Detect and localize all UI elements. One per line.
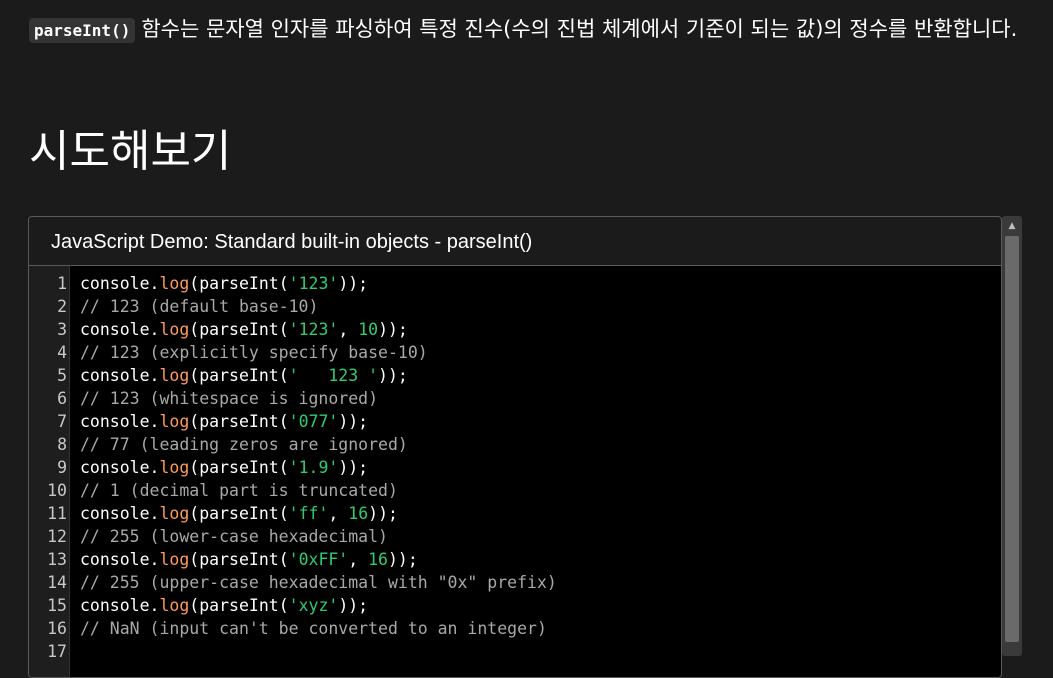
line-number: 14 — [47, 573, 67, 592]
code-text: // 123 (default base-10) — [80, 295, 318, 318]
code-text: // 77 (leading zeros are ignored) — [80, 433, 408, 456]
code-token: (parseInt( — [189, 320, 289, 339]
line-number: 17 — [47, 642, 67, 661]
code-text: console.log(parseInt(' 123 ')); — [80, 364, 408, 387]
line-number: 7 — [57, 412, 67, 431]
code-token: log — [159, 550, 190, 569]
code-text: console.log(parseInt('ff', 16)); — [80, 502, 398, 525]
code-token: // 1 (decimal part is truncated) — [80, 481, 398, 500]
demo-title: JavaScript Demo: Standard built-in objec… — [29, 217, 1001, 266]
code-token: console. — [80, 366, 160, 385]
line-number: 1 — [57, 274, 67, 293]
code-token: log — [159, 596, 190, 615]
code-token: )); — [338, 458, 369, 477]
code-token: console. — [80, 504, 160, 523]
code-text: console.log(parseInt('077')); — [80, 410, 368, 433]
code-token: (parseInt( — [189, 412, 289, 431]
code-token: 'ff' — [288, 504, 329, 523]
code-text: // NaN (input can't be converted to an i… — [80, 617, 547, 640]
interactive-demo: JavaScript Demo: Standard built-in objec… — [28, 216, 1002, 678]
code-token: console. — [80, 320, 160, 339]
code-token: log — [159, 412, 190, 431]
code-token: // NaN (input can't be converted to an i… — [80, 619, 547, 638]
line-number: 13 — [47, 550, 67, 569]
code-text: console.log(parseInt('xyz')); — [80, 594, 368, 617]
code-token: // 255 (upper-case hexadecimal with "0x"… — [80, 573, 557, 592]
code-token: )); — [378, 320, 408, 339]
line-number: 11 — [47, 504, 67, 523]
line-number: 4 — [57, 343, 67, 362]
code-token: '123' — [288, 274, 339, 293]
section-heading: 시도해보기 — [29, 126, 232, 177]
code-token: , — [338, 320, 359, 339]
scrollbar-thumb[interactable] — [1005, 236, 1019, 642]
code-token: (parseInt( — [189, 366, 289, 385]
intro-paragraph: parseInt() 함수는 문자열 인자를 파싱하여 특정 진수(수의 진법 체… — [29, 10, 1019, 50]
code-token: 'xyz' — [288, 596, 339, 615]
line-number: 2 — [57, 297, 67, 316]
code-token: log — [159, 320, 190, 339]
code-text: // 255 (upper-case hexadecimal with "0x"… — [80, 571, 557, 594]
code-token: 16 — [348, 504, 369, 523]
code-token: 16 — [368, 550, 388, 569]
code-token: )); — [378, 366, 408, 385]
code-text: console.log(parseInt('0xFF', 16)); — [80, 548, 418, 571]
code-token: // 123 (explicitly specify base-10) — [80, 343, 428, 362]
code-token: log — [159, 366, 190, 385]
line-number: 5 — [57, 366, 67, 385]
code-token: )); — [368, 504, 398, 523]
scrollbar[interactable]: ▲ — [1002, 216, 1022, 656]
code-token: (parseInt( — [189, 458, 289, 477]
code-token: // 255 (lower-case hexadecimal) — [80, 527, 388, 546]
line-number: 3 — [57, 320, 67, 339]
code-token: console. — [80, 596, 160, 615]
code-token: // 123 (default base-10) — [80, 297, 319, 316]
code-editor[interactable]: 1 console.log(parseInt('123')); 2// 123 (d… — [29, 266, 1001, 677]
code-token: )); — [338, 596, 369, 615]
code-token: log — [159, 458, 190, 477]
line-number: 9 — [57, 458, 67, 477]
code-text: // 255 (lower-case hexadecimal) — [80, 525, 388, 548]
code-token: console. — [80, 412, 160, 431]
triangle-up-icon[interactable]: ▲ — [1002, 216, 1022, 236]
code-token: (parseInt( — [189, 504, 289, 523]
line-number: 16 — [47, 619, 67, 638]
code-token: '077' — [288, 412, 339, 431]
code-token: console. — [80, 458, 160, 477]
code-text: // 1 (decimal part is truncated) — [80, 479, 398, 502]
code-token: // 77 (leading zeros are ignored) — [80, 435, 408, 454]
line-number: 12 — [47, 527, 67, 546]
code-token: (parseInt( — [189, 596, 289, 615]
code-token: log — [159, 274, 190, 293]
code-token: '0xFF' — [288, 550, 349, 569]
inline-code-parseint: parseInt() — [29, 18, 136, 43]
code-token: 10 — [358, 320, 379, 339]
code-token: log — [159, 504, 190, 523]
code-text: console.log(parseInt('123', 10)); — [80, 318, 408, 341]
code-token: (parseInt( — [189, 274, 289, 293]
code-token: )); — [338, 274, 369, 293]
code-token: , — [348, 550, 369, 569]
intro-text: 함수는 문자열 인자를 파싱하여 특정 진수(수의 진법 체계에서 기준이 되는… — [141, 17, 1018, 41]
line-number: 8 — [57, 435, 67, 454]
code-token: '123' — [288, 320, 339, 339]
line-number: 15 — [47, 596, 67, 615]
code-token: // 123 (whitespace is ignored) — [80, 389, 379, 408]
code-token: )); — [338, 412, 369, 431]
code-text: console.log(parseInt('123')); — [80, 272, 368, 295]
code-token: (parseInt( — [189, 550, 289, 569]
code-text: // 123 (explicitly specify base-10) — [80, 341, 428, 364]
code-token: console. — [80, 274, 160, 293]
code-token: , — [328, 504, 349, 523]
code-text: console.log(parseInt('1.9')); — [80, 456, 368, 479]
code-token: )); — [388, 550, 418, 569]
line-number: 10 — [47, 481, 67, 500]
code-token: console. — [80, 550, 160, 569]
code-token: ' 123 ' — [288, 366, 379, 385]
code-token: '1.9' — [288, 458, 339, 477]
line-number: 6 — [57, 389, 67, 408]
code-text: // 123 (whitespace is ignored) — [80, 387, 378, 410]
